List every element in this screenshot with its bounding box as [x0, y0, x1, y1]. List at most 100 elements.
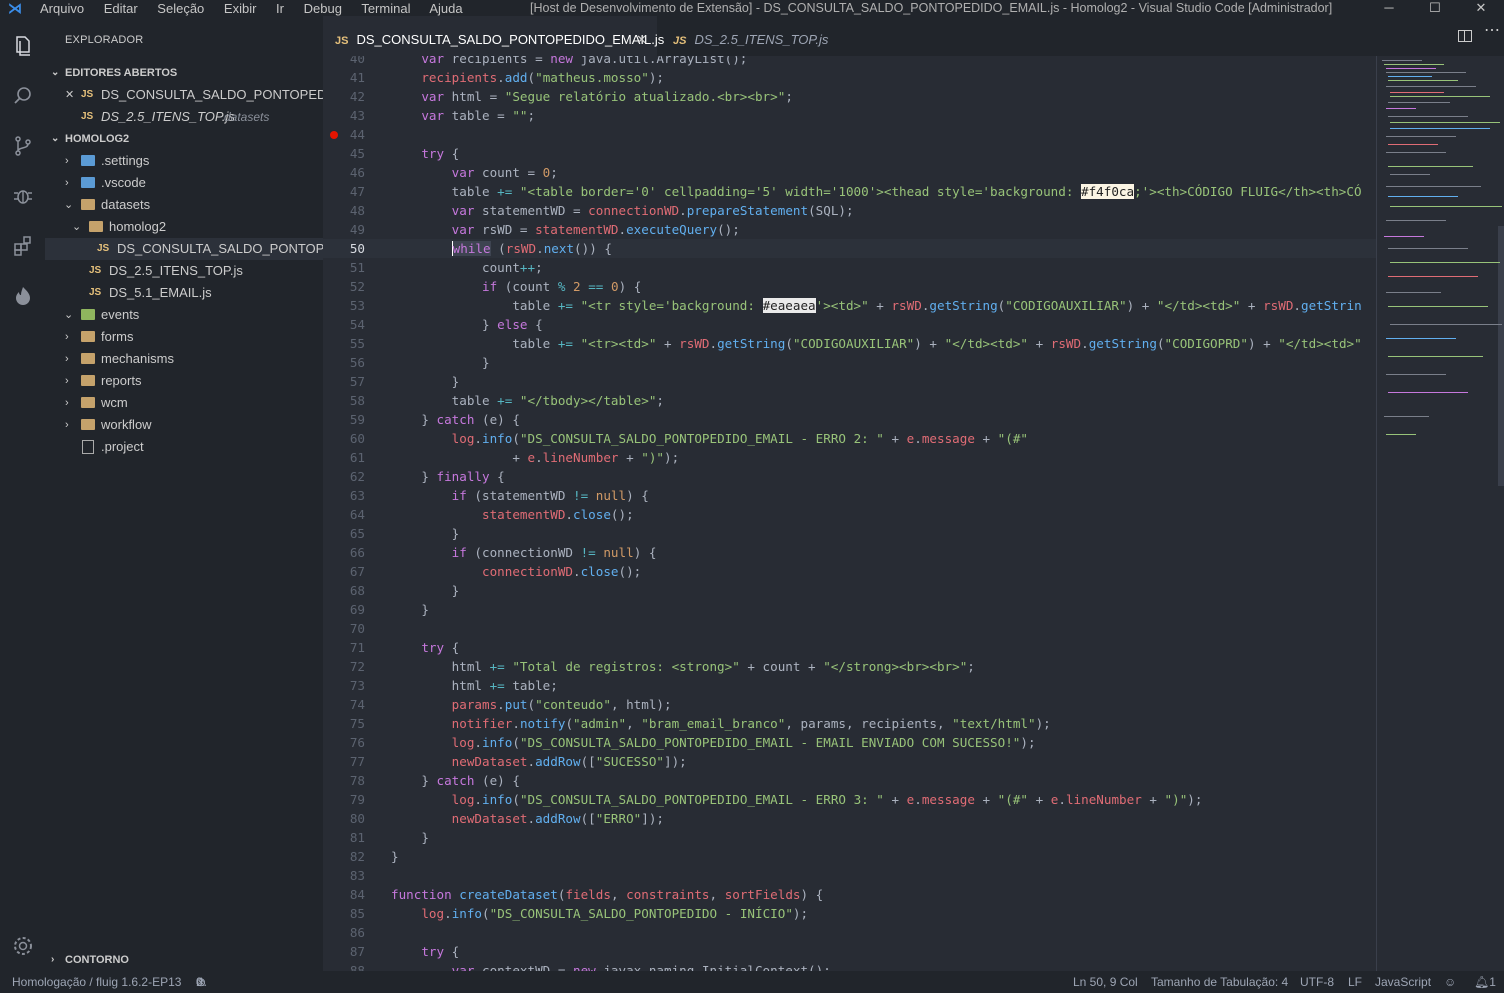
- menu-ir[interactable]: Ir: [276, 1, 284, 16]
- chevron-down-icon: ⌄: [72, 221, 82, 233]
- more-actions-icon[interactable]: ⋯: [1484, 20, 1500, 40]
- js-file-icon: JS: [335, 35, 349, 47]
- chevron-right-icon: ›: [65, 331, 69, 343]
- tree-label: .vscode: [101, 175, 146, 190]
- tab-label: DS_2.5_ITENS_TOP.js: [694, 32, 829, 47]
- chevron-right-icon: ›: [65, 375, 69, 387]
- code-line: 79 log.info("DS_CONSULTA_SALDO_PONTOPEDI…: [349, 792, 1203, 807]
- fluig-icon[interactable]: [0, 276, 45, 316]
- maximize-button[interactable]: ☐: [1412, 0, 1458, 16]
- open-editor-item-current[interactable]: ✕ JS DS_CONSULTA_SALDO_PONTOPEDI...: [45, 84, 323, 106]
- tree-item-workflow[interactable]: › workflow: [45, 414, 323, 436]
- code-line: 84 function createDataset(fields, constra…: [349, 887, 824, 902]
- language-status[interactable]: JavaScript: [1375, 971, 1431, 993]
- tab-ds-itens-top[interactable]: JS DS_2.5_ITENS_TOP.js: [657, 16, 837, 56]
- tree-item-events[interactable]: ⌄ events: [45, 304, 323, 326]
- tree-item-mechanisms[interactable]: › mechanisms: [45, 348, 323, 370]
- debug-icon[interactable]: [0, 176, 45, 216]
- code-line: 58 table += "</tbody></table>";: [349, 393, 664, 408]
- code-line: 54 } else {: [349, 317, 543, 332]
- open-editor-item[interactable]: JS DS_2.5_ITENS_TOP.js datasets: [45, 106, 323, 128]
- menu-selecao[interactable]: Seleção: [157, 1, 204, 16]
- code-line-current: 50 while (rsWD.next()) {: [323, 239, 1376, 258]
- explorer-icon[interactable]: [0, 26, 45, 66]
- activity-bar: [0, 16, 45, 971]
- explorer-sidebar: EXPLORADOR ⌄ EDITORES ABERTOS ✕ JS DS_CON…: [45, 16, 323, 971]
- tree-label: homolog2: [109, 219, 167, 234]
- code-line: 67 connectionWD.close();: [349, 564, 642, 579]
- chevron-down-icon: ⌄: [64, 309, 74, 321]
- code-line: 62 } finally {: [349, 469, 505, 484]
- menu-exibir[interactable]: Exibir: [224, 1, 257, 16]
- branch-status[interactable]: Homologação / fluig 1.6.2-EP13: [12, 971, 181, 993]
- code-line: 86: [349, 925, 365, 940]
- outline-section[interactable]: › CONTORNO: [45, 949, 323, 971]
- code-line: 81 }: [349, 830, 429, 845]
- encoding-status[interactable]: UTF-8: [1300, 971, 1334, 993]
- workspace-title: HOMOLOG2: [65, 133, 130, 145]
- cursor-position[interactable]: Ln 50, 9 Col: [1073, 971, 1138, 993]
- close-icon[interactable]: ✕: [65, 84, 74, 106]
- code-line: 74 params.put("conteudo", html);: [349, 697, 672, 712]
- settings-gear-icon[interactable]: [0, 926, 45, 966]
- source-control-icon[interactable]: [0, 126, 45, 166]
- folder-icon: [81, 397, 95, 408]
- menu-arquivo[interactable]: Arquivo: [40, 1, 84, 16]
- tree-label: DS_CONSULTA_SALDO_PONTOPE...: [117, 241, 323, 256]
- tree-item-homolog2[interactable]: ⌄ homolog2: [45, 216, 323, 238]
- tree-item-ds-consulta-saldo[interactable]: JS DS_CONSULTA_SALDO_PONTOPE...: [45, 238, 323, 260]
- split-editor-icon[interactable]: [1458, 30, 1472, 42]
- tree-label: DS_5.1_EMAIL.js: [109, 285, 212, 300]
- tab-size-status[interactable]: Tamanho de Tabulação: 4: [1151, 971, 1288, 993]
- vscode-logo-icon: ⋊: [8, 0, 22, 16]
- tree-item-vscode[interactable]: › .vscode: [45, 172, 323, 194]
- open-editors-section[interactable]: ⌄ EDITORES ABERTOS: [45, 62, 323, 84]
- tree-item-datasets[interactable]: ⌄ datasets: [45, 194, 323, 216]
- minimap-scroll-thumb[interactable]: [1498, 226, 1504, 486]
- notifications-bell-icon[interactable]: 🔔︎ 1: [1474, 971, 1496, 993]
- code-line: 51 count++;: [349, 260, 543, 275]
- tree-item-ds-itens-top[interactable]: JS DS_2.5_ITENS_TOP.js: [45, 260, 323, 282]
- extensions-icon[interactable]: [0, 226, 45, 266]
- code-editor[interactable]: 40 var recipients = new java.util.ArrayL…: [323, 56, 1376, 971]
- tree-label: forms: [101, 329, 134, 344]
- chevron-down-icon: ⌄: [51, 67, 60, 78]
- tree-item-reports[interactable]: › reports: [45, 370, 323, 392]
- js-file-icon: JS: [89, 265, 102, 276]
- code-line: 63 if (statementWD != null) {: [349, 488, 649, 503]
- chevron-right-icon: ›: [65, 353, 69, 365]
- tree-item-project[interactable]: .project: [45, 436, 323, 458]
- chevron-down-icon: ⌄: [64, 199, 74, 211]
- chevron-right-icon: ›: [51, 954, 55, 965]
- title-bar: ⋊ Arquivo Editar Seleção Exibir Ir Debug…: [0, 0, 1504, 16]
- workspace-section[interactable]: ⌄ HOMOLOG2: [45, 128, 323, 150]
- menu-editar[interactable]: Editar: [104, 1, 138, 16]
- code-line: 66 if (connectionWD != null) {: [349, 545, 657, 560]
- tree-item-forms[interactable]: › forms: [45, 326, 323, 348]
- tree-label: DS_2.5_ITENS_TOP.js: [109, 263, 243, 278]
- code-line: 44: [323, 125, 1376, 144]
- search-icon[interactable]: [0, 76, 45, 116]
- close-window-button[interactable]: ✕: [1458, 0, 1504, 16]
- menu-ajuda[interactable]: Ajuda: [429, 1, 462, 16]
- folder-icon: [81, 353, 95, 364]
- tree-item-settings[interactable]: › .settings: [45, 150, 323, 172]
- code-line: 42 var html = "Segue relatório atualizad…: [349, 89, 793, 104]
- code-line: 64 statementWD.close();: [349, 507, 634, 522]
- code-line: 59 } catch (e) {: [349, 412, 520, 427]
- menu-debug[interactable]: Debug: [304, 1, 342, 16]
- code-line: 76 log.info("DS_CONSULTA_SALDO_PONTOPEDI…: [349, 735, 1036, 750]
- tree-item-wcm[interactable]: › wcm: [45, 392, 323, 414]
- eol-status[interactable]: LF: [1348, 971, 1362, 993]
- tree-item-ds-email[interactable]: JS DS_5.1_EMAIL.js: [45, 282, 323, 304]
- minimap[interactable]: [1376, 56, 1504, 971]
- tree-label: reports: [101, 373, 142, 388]
- feedback-smiley-icon[interactable]: ☺: [1444, 971, 1456, 993]
- folder-icon: [81, 155, 95, 166]
- tree-label: workflow: [101, 417, 152, 432]
- code-line: 73 html += table;: [349, 678, 558, 693]
- chevron-right-icon: ›: [65, 419, 69, 431]
- tab-ds-consulta-saldo[interactable]: JS DS_CONSULTA_SALDO_PONTOPEDIDO_EMAIL.js…: [323, 16, 664, 56]
- minimize-button[interactable]: ─: [1366, 0, 1412, 16]
- menu-terminal[interactable]: Terminal: [361, 1, 410, 16]
